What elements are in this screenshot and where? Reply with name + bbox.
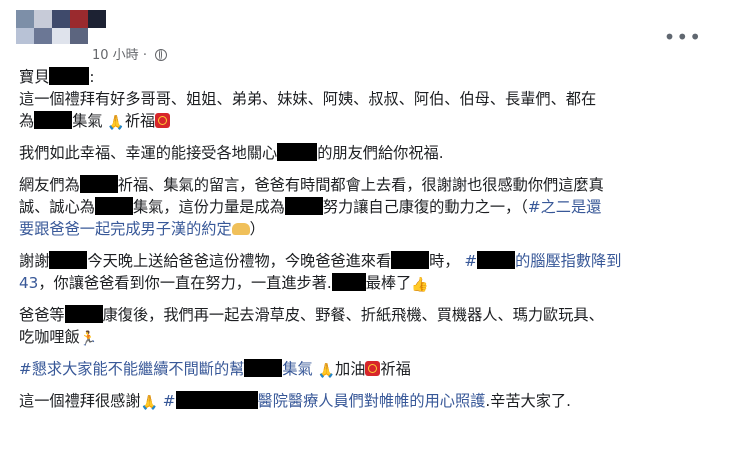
hashtag-link[interactable]: 的腦壓指數降到 (515, 252, 621, 270)
text: 祈福、集氣的留言，爸爸有時間都會上去看，很謝謝也很感動你們這麼真 (117, 176, 604, 194)
redacted-name (331, 273, 366, 291)
author-avatar-pixelated[interactable] (16, 10, 106, 44)
redacted-name (94, 197, 133, 215)
paragraph-5: 爸爸等 康復後，我們再一起去滑草皮、野餐、折紙飛機、買機器人、瑪力歐玩具、 吃咖哩… (19, 304, 715, 348)
hashtag-link[interactable]: 集氣 (282, 360, 312, 378)
more-horizontal-icon[interactable]: ••• (664, 27, 702, 47)
paragraph-1: 寶貝: 這一個禮拜有好多哥哥、姐姐、弟弟、妹妹、阿姨、叔叔、阿伯、伯母、長輩們、… (19, 66, 715, 132)
hashtag-link[interactable]: 醫院醫療人員們對帷帷的用心照護 (258, 392, 486, 410)
text: 最棒了 (365, 274, 412, 292)
redacted-name (477, 251, 516, 269)
globe-icon[interactable] (155, 49, 168, 61)
text: : (89, 68, 95, 86)
text: 為 (19, 112, 35, 130)
red-seal-icon (365, 361, 381, 376)
red-seal-icon (155, 113, 171, 128)
redacted-name (79, 175, 118, 193)
redacted-name (49, 67, 90, 85)
redacted-name (175, 391, 258, 409)
text: 寶貝 (19, 68, 50, 86)
text: 集氣 (72, 112, 103, 130)
text: 吃咖哩飯 (19, 328, 80, 346)
post-meta: 10 小時 · (92, 44, 168, 63)
text: ，你讓爸爸看到你一直在努力，一直進步著. (38, 274, 332, 292)
redacted-name (244, 359, 283, 377)
text: 謝謝 (19, 252, 50, 270)
text: 加油 (335, 360, 366, 378)
post-body: 寶貝: 這一個禮拜有好多哥哥、姐姐、弟弟、妹妹、阿姨、叔叔、阿伯、伯母、長輩們、… (19, 66, 715, 420)
paragraph-4: 謝謝 今天晚上送給爸爸這份禮物，今晚爸爸進來看 時， # 的腦壓指數降到 43，你讓爸… (19, 250, 715, 294)
text: 這一個禮拜有好多哥哥、姐姐、弟弟、妹妹、阿姨、叔叔、阿伯、伯母、長輩們、都在 (19, 90, 597, 108)
paragraph-6: #懇求大家能不能繼續不間斷的幫 集氣 🙏加油 祈福 (19, 358, 715, 380)
thumbs-up-icon: 👍 (411, 277, 429, 293)
paragraph-7: 這一個禮拜很感謝🙏 # 醫院醫療人員們對帷帷的用心照護.辛苦大家了. (19, 390, 715, 412)
text: 我們如此幸福、幸運的能接受各地關心 (19, 144, 278, 162)
text: 的朋友們給你祝福. (317, 144, 444, 162)
person-running-icon: 🏃 (79, 331, 98, 347)
redacted-name (391, 251, 430, 269)
text: 祈福 (380, 360, 411, 378)
hashtag-link[interactable]: 43 (19, 274, 38, 292)
meta-separator: · (142, 48, 147, 63)
redacted-name (49, 251, 88, 269)
text: 今天晚上送給爸爸這份禮物，今晚爸爸進來看 (87, 252, 392, 270)
praying-hands-icon: 🙏 (107, 115, 125, 131)
hashtag-link[interactable]: 要跟爸爸一起完成男子漢的約定 (19, 220, 232, 238)
text: 康復後，我們再一起去滑草皮、野餐、折紙飛機、買機器人、瑪力歐玩具、 (102, 306, 604, 324)
text: 爸爸等 (19, 306, 65, 324)
post-timestamp[interactable]: 10 小時 (92, 48, 139, 63)
text: 誠、誠心為 (19, 198, 95, 216)
text: ） (249, 220, 265, 238)
paragraph-3: 網友們為 祈福、集氣的留言，爸爸有時間都會上去看，很謝謝也很感動你們這麼真 誠、誠… (19, 174, 715, 240)
text: 祈福 (124, 112, 156, 130)
paragraph-2: 我們如此幸福、幸運的能接受各地關心 的朋友們給你祝福. (19, 142, 715, 164)
hashtag-link[interactable]: # (464, 252, 477, 270)
text: .辛苦大家了. (485, 392, 571, 410)
hashtag-link[interactable]: #懇求大家能不能繼續不間斷的幫 (19, 360, 244, 378)
praying-hands-icon: 🙏 (317, 363, 335, 379)
hashtag-link[interactable]: # (163, 392, 176, 410)
redacted-name (284, 197, 323, 215)
hashtag-link[interactable]: #之二是還 (528, 198, 601, 216)
text: 網友們為 (19, 176, 80, 194)
redacted-name (277, 143, 318, 161)
redacted-name (34, 111, 73, 129)
praying-hands-icon: 🙏 (140, 395, 158, 411)
text: 這一個禮拜很感謝 (19, 392, 141, 410)
text: 努力讓自己康復的動力之一，（ (322, 198, 528, 216)
post-header: 10 小時 · ••• (16, 10, 716, 63)
redacted-name (64, 305, 103, 323)
text: 集氣，這份力量是成為 (132, 198, 285, 216)
handshake-icon (231, 223, 250, 235)
text: 時， (429, 252, 460, 270)
